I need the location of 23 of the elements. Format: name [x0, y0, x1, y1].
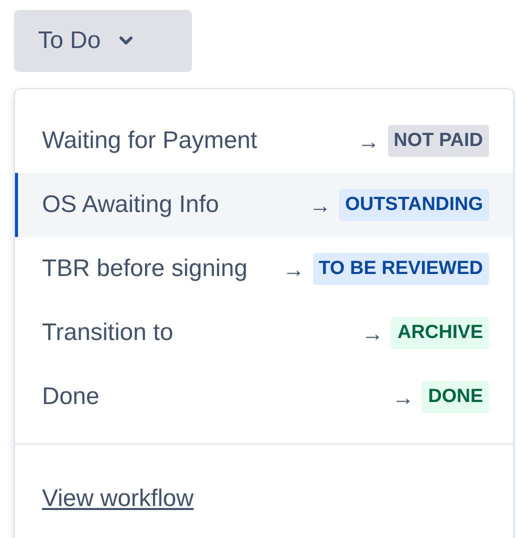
transition-name: Done — [42, 382, 100, 412]
chevron-down-icon — [118, 36, 133, 46]
status-lozenge: DONE — [422, 380, 489, 414]
arrow-icon: → — [392, 380, 414, 414]
transition-name: OS Awaiting Info — [42, 190, 220, 220]
transition-name: Waiting for Payment — [42, 126, 258, 156]
arrow-icon: → — [309, 188, 332, 222]
menu-item[interactable]: Done → DONE — [15, 365, 513, 429]
status-lozenge: ARCHIVE — [391, 316, 489, 350]
status-dropdown-button[interactable]: To Do — [14, 10, 192, 72]
menu-item[interactable]: Transition to → ARCHIVE — [15, 301, 513, 365]
view-workflow-link[interactable]: View workflow — [15, 445, 194, 517]
menu-item[interactable]: Waiting for Payment → NOT PAID — [15, 109, 513, 173]
status-lozenge: NOT PAID — [388, 124, 489, 158]
transition-name: Transition to — [42, 318, 174, 348]
transition-name: TBR before signing — [42, 254, 248, 284]
menu-item[interactable]: TBR before signing → TO BE REVIEWED — [15, 237, 513, 301]
arrow-icon: → — [282, 252, 305, 286]
menu-item[interactable]: OS Awaiting Info → OUTSTANDING — [15, 173, 513, 237]
status-lozenge: OUTSTANDING — [339, 188, 489, 222]
arrow-icon: → — [358, 124, 380, 158]
arrow-icon: → — [361, 316, 384, 350]
status-lozenge: TO BE REVIEWED — [312, 252, 489, 286]
